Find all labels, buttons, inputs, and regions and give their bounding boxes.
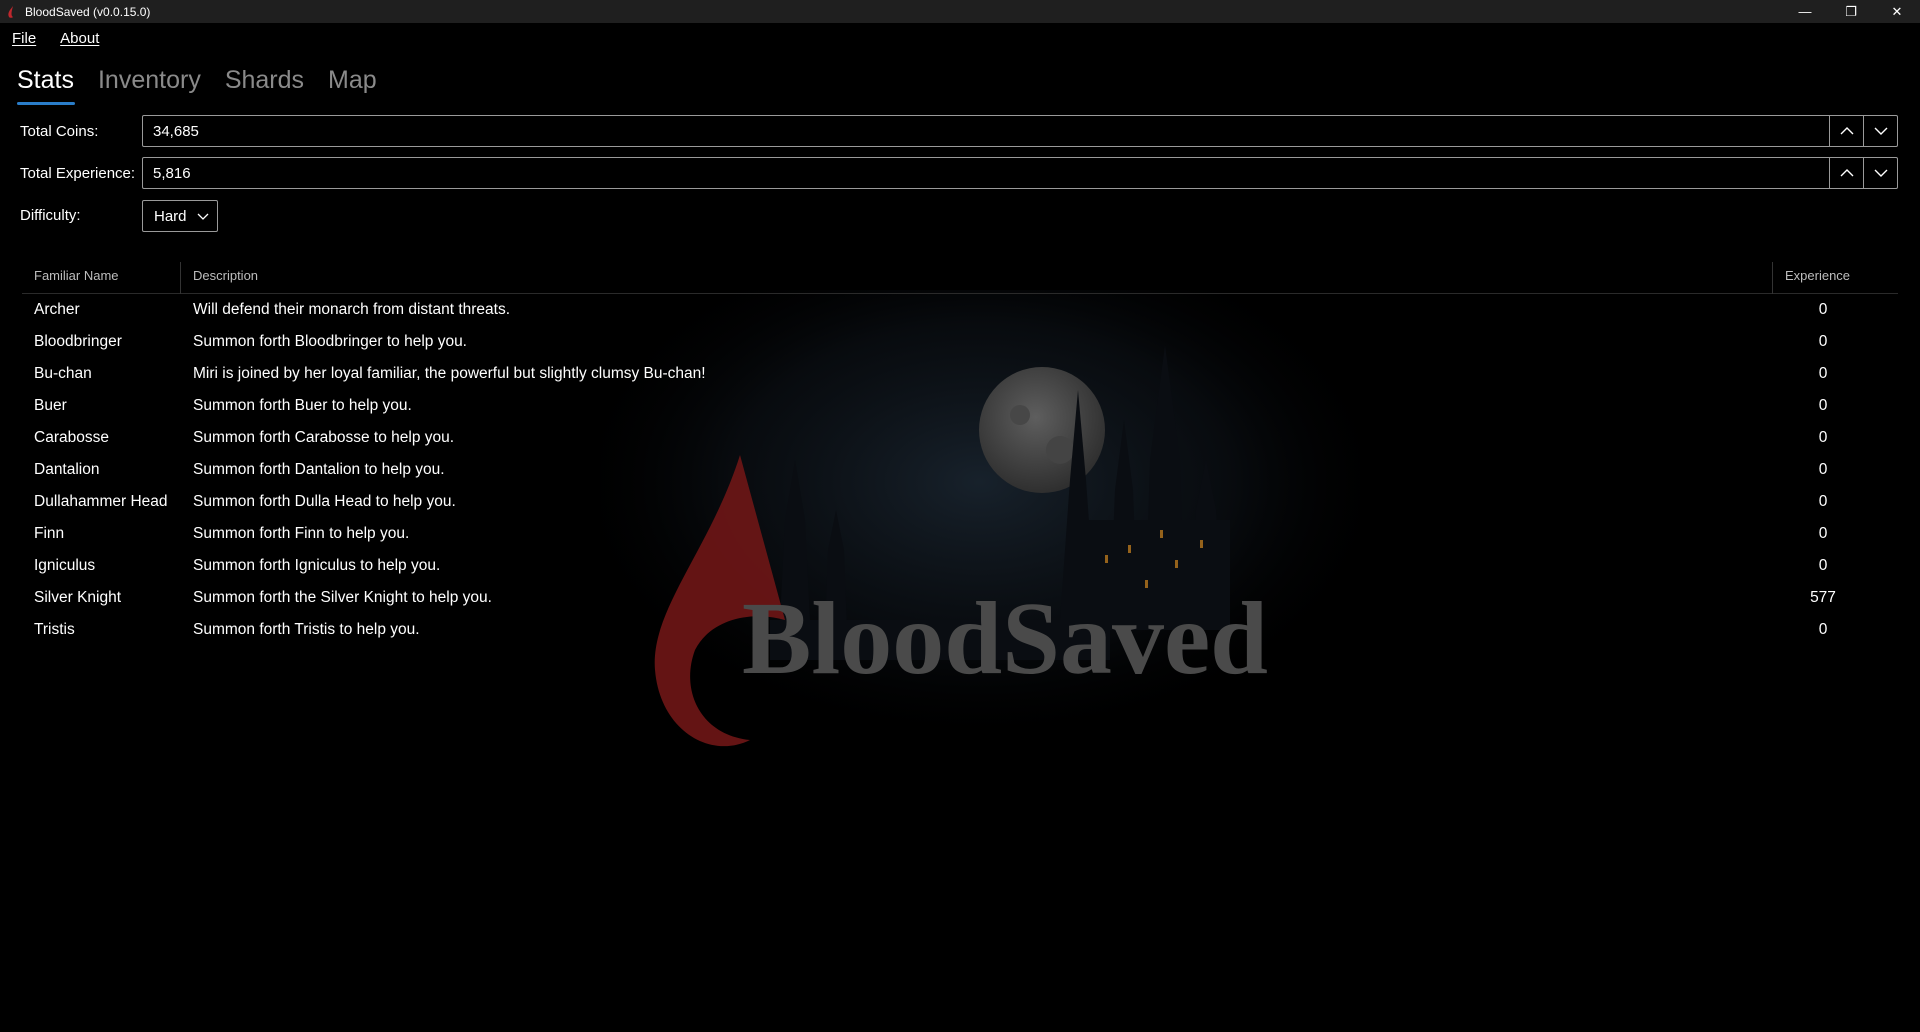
familiar-name-cell: Carabosse [34, 429, 109, 446]
table-row[interactable]: Dantalion Summon forth Dantalion to help … [22, 454, 1898, 486]
close-button[interactable]: ✕ [1874, 0, 1920, 23]
familiar-description-cell: Summon forth Dulla Head to help you. [193, 493, 456, 510]
experience-label: Total Experience: [20, 165, 136, 182]
familiar-name-cell: Bloodbringer [34, 333, 122, 350]
familiar-name-cell: Finn [34, 525, 65, 542]
familiar-name-cell: Buer [34, 397, 67, 414]
chevron-down-icon [197, 213, 208, 220]
familiar-name-cell: Tristis [34, 621, 75, 638]
familiar-experience-cell[interactable]: 0 [1785, 461, 1861, 479]
table-row[interactable]: Buer Summon forth Buer to help you. 0 [22, 390, 1898, 422]
menu-bar: File About [0, 28, 123, 50]
experience-value[interactable]: 5,816 [143, 165, 1829, 182]
familiar-experience-cell[interactable]: 0 [1785, 621, 1861, 639]
column-header-description[interactable]: Description [193, 268, 258, 283]
menu-about[interactable]: About [60, 28, 99, 50]
title-bar: BloodSaved (v0.0.15.0) — ❐ ✕ [0, 0, 1920, 23]
difficulty-select[interactable]: Hard [142, 200, 218, 232]
table-body: Archer Will defend their monarch from dis… [22, 294, 1898, 646]
familiar-name-cell: Dantalion [34, 461, 100, 478]
familiar-name-cell: Bu-chan [34, 365, 92, 382]
experience-increment-button[interactable] [1829, 158, 1863, 188]
familiar-experience-cell[interactable]: 0 [1785, 333, 1861, 351]
coins-input[interactable]: 34,685 [142, 115, 1898, 147]
familiar-name-cell: Igniculus [34, 557, 96, 574]
difficulty-label: Difficulty: [20, 207, 81, 224]
table-row[interactable]: Silver Knight Summon forth the Silver Kni… [22, 582, 1898, 614]
familiar-experience-cell[interactable]: 0 [1785, 365, 1861, 383]
tab-stats[interactable]: Stats [17, 66, 75, 105]
restore-icon: ❐ [1845, 3, 1857, 19]
familiar-description-cell: Summon forth Tristis to help you. [193, 621, 420, 638]
table-row[interactable]: Igniculus Summon forth Igniculus to help … [22, 550, 1898, 582]
familiar-experience-cell[interactable]: 0 [1785, 429, 1861, 447]
difficulty-value: Hard [154, 207, 187, 225]
table-row[interactable]: Dullahammer Head Summon forth Dulla Head … [22, 486, 1898, 518]
familiar-experience-cell[interactable]: 0 [1785, 493, 1861, 511]
table-row[interactable]: Tristis Summon forth Tristis to help you.… [22, 614, 1898, 646]
column-header-experience[interactable]: Experience [1785, 268, 1885, 283]
familiar-description-cell: Summon forth the Silver Knight to help y… [193, 589, 492, 606]
familiar-description-cell: Summon forth Bloodbringer to help you. [193, 333, 467, 350]
familiar-description-cell: Summon forth Dantalion to help you. [193, 461, 445, 478]
window-title: BloodSaved (v0.0.15.0) [25, 4, 151, 19]
familiar-experience-cell[interactable]: 0 [1785, 525, 1861, 543]
tab-shards[interactable]: Shards [225, 66, 304, 105]
familiar-experience-cell[interactable]: 0 [1785, 397, 1861, 415]
tab-inventory[interactable]: Inventory [98, 66, 201, 105]
minimize-button[interactable]: — [1782, 0, 1828, 23]
chevron-down-icon [1874, 127, 1887, 135]
table-row[interactable]: Archer Will defend their monarch from dis… [22, 294, 1898, 326]
table-row[interactable]: Carabosse Summon forth Carabosse to help … [22, 422, 1898, 454]
close-icon: ✕ [1891, 3, 1903, 19]
table-header: Familiar Name Description Experience [22, 258, 1898, 294]
familiar-description-cell: Summon forth Carabosse to help you. [193, 429, 455, 446]
column-divider[interactable] [1772, 262, 1773, 294]
coins-label: Total Coins: [20, 123, 99, 140]
app-logo-icon [8, 5, 13, 18]
familiar-description-cell: Will defend their monarch from distant t… [193, 301, 511, 318]
familiar-description-cell: Summon forth Buer to help you. [193, 397, 412, 414]
menu-file[interactable]: File [12, 28, 36, 50]
chevron-up-icon [1840, 169, 1853, 177]
column-divider[interactable] [180, 262, 181, 294]
familiar-experience-cell[interactable]: 0 [1785, 557, 1861, 575]
familiar-description-cell: Summon forth Finn to help you. [193, 525, 410, 542]
coins-decrement-button[interactable] [1863, 116, 1897, 146]
table-row[interactable]: Finn Summon forth Finn to help you. 0 [22, 518, 1898, 550]
familiar-description-cell: Miri is joined by her loyal familiar, th… [193, 365, 706, 382]
coins-increment-button[interactable] [1829, 116, 1863, 146]
familiar-description-cell: Summon forth Igniculus to help you. [193, 557, 441, 574]
familiar-name-cell: Dullahammer Head [34, 493, 168, 510]
window-controls: — ❐ ✕ [1782, 0, 1920, 23]
minimize-icon: — [1798, 4, 1812, 19]
table-row[interactable]: Bu-chan Miri is joined by her loyal famil… [22, 358, 1898, 390]
familiar-experience-cell[interactable]: 577 [1785, 589, 1861, 607]
experience-decrement-button[interactable] [1863, 158, 1897, 188]
familiar-experience-cell[interactable]: 0 [1785, 301, 1861, 319]
chevron-down-icon [1874, 169, 1887, 177]
table-row[interactable]: Bloodbringer Summon forth Bloodbringer to… [22, 326, 1898, 358]
tab-map[interactable]: Map [328, 66, 377, 105]
familiar-name-cell: Silver Knight [34, 589, 122, 606]
experience-input[interactable]: 5,816 [142, 157, 1898, 189]
familiar-name-cell: Archer [34, 301, 80, 318]
coins-value[interactable]: 34,685 [143, 123, 1829, 140]
restore-button[interactable]: ❐ [1828, 0, 1874, 23]
familiars-table: Familiar Name Description Experience Arc… [22, 258, 1898, 646]
tab-bar: Stats Inventory Shards Map [17, 66, 377, 105]
column-header-name[interactable]: Familiar Name [34, 268, 119, 283]
chevron-up-icon [1840, 127, 1853, 135]
